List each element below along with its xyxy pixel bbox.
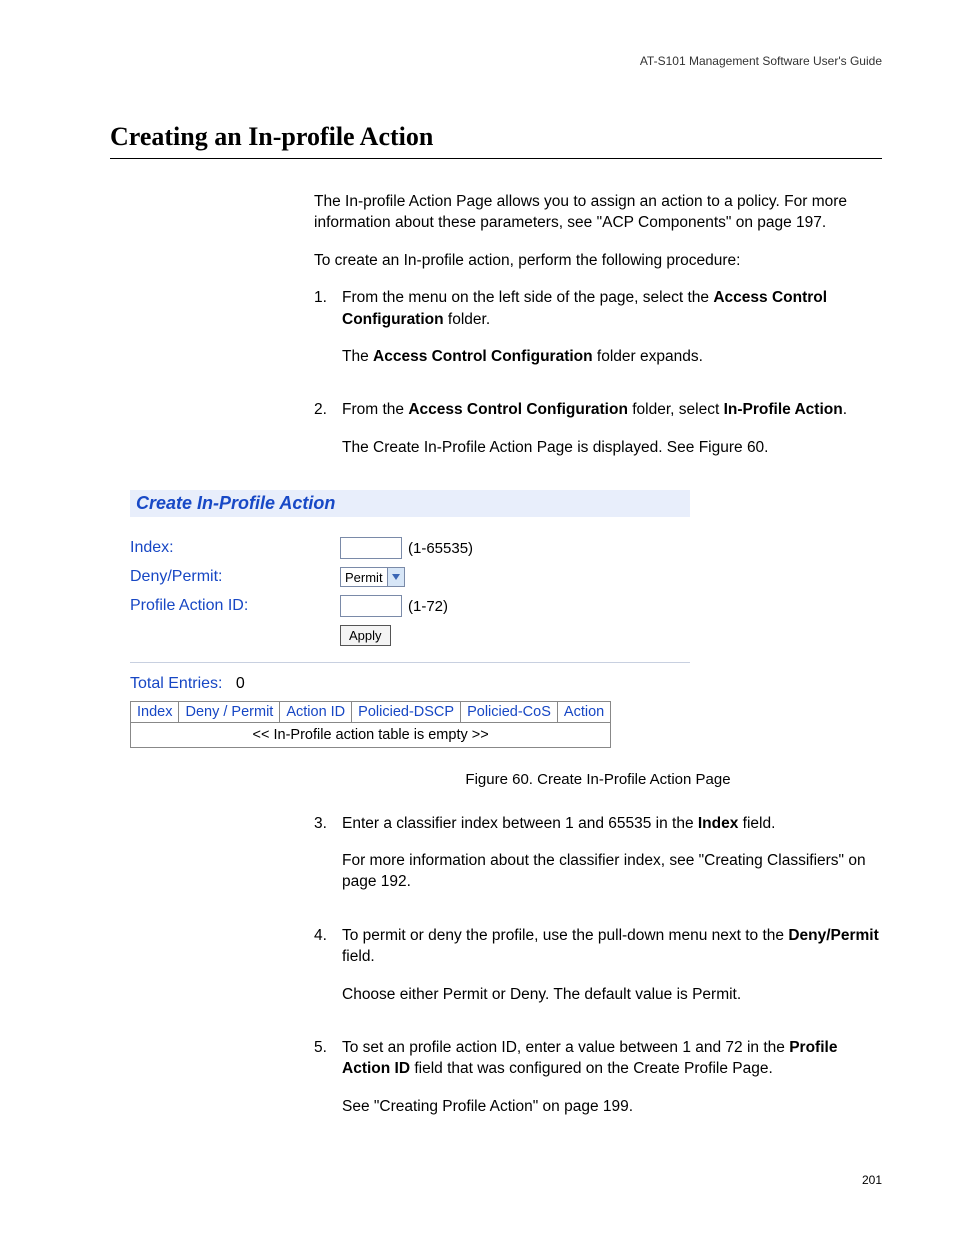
step-2-line-2: The Create In-Profile Action Page is dis… [342,437,882,458]
col-index: Index [131,702,179,723]
total-entries-value: 0 [236,675,245,692]
profile-action-id-input[interactable] [340,595,402,617]
panel-title: Create In-Profile Action [130,490,690,517]
step-4: 4. To permit or deny the profile, use th… [314,925,882,1021]
step-1-line-2: The Access Control Configuration folder … [342,346,882,367]
step-3: 3. Enter a classifier index between 1 an… [314,813,882,909]
profile-action-id-hint: (1-72) [408,598,448,615]
col-deny-permit: Deny / Permit [179,702,280,723]
entries-table: Index Deny / Permit Action ID Policied-D… [130,701,611,748]
intro-paragraph: The In-profile Action Page allows you to… [314,191,882,234]
deny-permit-select[interactable]: Permit [340,567,405,587]
step-number: 4. [314,925,342,1021]
running-header: AT-S101 Management Software User's Guide [110,54,882,68]
index-hint: (1-65535) [408,540,473,557]
page-title: Creating an In-profile Action [110,122,882,152]
step-5-line-2: See "Creating Profile Action" on page 19… [342,1096,882,1117]
index-input[interactable] [340,537,402,559]
step-3-line-2: For more information about the classifie… [342,850,882,893]
chevron-down-icon [387,568,404,586]
label-deny-permit: Deny/Permit: [130,568,340,586]
step-3-line-1: Enter a classifier index between 1 and 6… [342,813,882,834]
empty-row: << In-Profile action table is empty >> [131,723,611,748]
step-2-line-1: From the Access Control Configuration fo… [342,399,882,420]
step-4-line-1: To permit or deny the profile, use the p… [342,925,882,968]
col-policied-dscp: Policied-DSCP [352,702,461,723]
step-number: 5. [314,1037,342,1133]
step-1: 1. From the menu on the left side of the… [314,287,882,383]
divider [130,662,690,663]
step-4-line-2: Choose either Permit or Deny. The defaul… [342,984,882,1005]
step-number: 2. [314,399,342,474]
figure-caption: Figure 60. Create In-Profile Action Page [314,770,882,791]
select-value: Permit [345,570,387,585]
total-entries: Total Entries: 0 [130,675,690,693]
label-index: Index: [130,539,340,557]
step-5-line-1: To set an profile action ID, enter a val… [342,1037,882,1080]
col-action-id: Action ID [280,702,352,723]
step-2: 2. From the Access Control Configuration… [314,399,882,474]
procedure-lead-in: To create an In-profile action, perform … [314,250,882,271]
figure-screenshot: Create In-Profile Action Index: (1-65535… [130,490,690,748]
step-number: 3. [314,813,342,909]
col-policied-cos: Policied-CoS [461,702,558,723]
title-rule [110,158,882,159]
step-5: 5. To set an profile action ID, enter a … [314,1037,882,1133]
step-1-line-1: From the menu on the left side of the pa… [342,287,882,330]
col-action: Action [557,702,610,723]
label-profile-action-id: Profile Action ID: [130,597,340,615]
total-entries-label: Total Entries: [130,675,222,692]
apply-button[interactable]: Apply [340,625,391,646]
page-number: 201 [862,1173,882,1187]
step-number: 1. [314,287,342,383]
